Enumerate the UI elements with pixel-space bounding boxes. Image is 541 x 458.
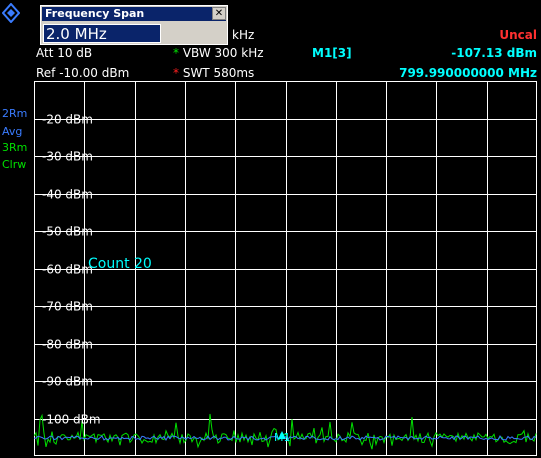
frequency-span-input[interactable]: 2.0 MHz xyxy=(43,24,161,43)
y-axis-label: -60 dBm xyxy=(42,263,93,277)
y-axis-label: -80 dBm xyxy=(42,338,93,352)
coupling-star-icon: * xyxy=(173,46,179,60)
trace2-label: 2Rm xyxy=(2,107,28,120)
y-axis-label: -40 dBm xyxy=(42,188,93,202)
vbw-value: VBW 300 kHz xyxy=(182,46,264,60)
sweep-time-readout: * SWT 580ms xyxy=(173,66,254,80)
vbw-readout: * VBW 300 kHz xyxy=(173,46,264,60)
close-icon[interactable]: ✕ xyxy=(212,7,226,20)
rohde-schwarz-logo-icon xyxy=(2,3,20,23)
y-axis-label: -50 dBm xyxy=(42,225,93,239)
span-unit-label: kHz xyxy=(232,28,255,42)
spectrum-display[interactable]: -20 dBm -30 dBm -40 dBm -50 dBm -60 dBm -70 d… xyxy=(34,81,537,456)
marker-level: -107.13 dBm xyxy=(451,46,537,60)
marker-frequency: 799.990000000 MHz xyxy=(399,66,537,80)
y-axis-label: -70 dBm xyxy=(42,300,93,314)
swt-value: SWT 580ms xyxy=(182,66,255,80)
coupling-star-icon: * xyxy=(173,66,179,80)
marker-m1-label: M1 xyxy=(274,431,291,444)
uncal-status: Uncal xyxy=(499,28,537,42)
trace3-mode: Clrw xyxy=(2,158,27,171)
marker-name: M1[3] xyxy=(312,46,352,60)
frequency-span-dialog[interactable]: Frequency Span ✕ 2.0 MHz xyxy=(40,5,228,45)
dialog-title: Frequency Span xyxy=(42,7,226,21)
reference-level-readout: Ref -10.00 dBm xyxy=(36,66,130,80)
trace3-label: 3Rm xyxy=(2,141,28,154)
attenuation-readout: Att 10 dB xyxy=(36,46,93,60)
y-axis-label: -20 dBm xyxy=(42,113,93,127)
trace2-mode: Avg xyxy=(2,125,23,138)
y-axis-label: -100 dBm xyxy=(42,413,101,427)
count-label: Count 20 xyxy=(88,256,152,272)
y-axis-label: -90 dBm xyxy=(42,375,93,389)
y-axis-label: -30 dBm xyxy=(42,150,93,164)
